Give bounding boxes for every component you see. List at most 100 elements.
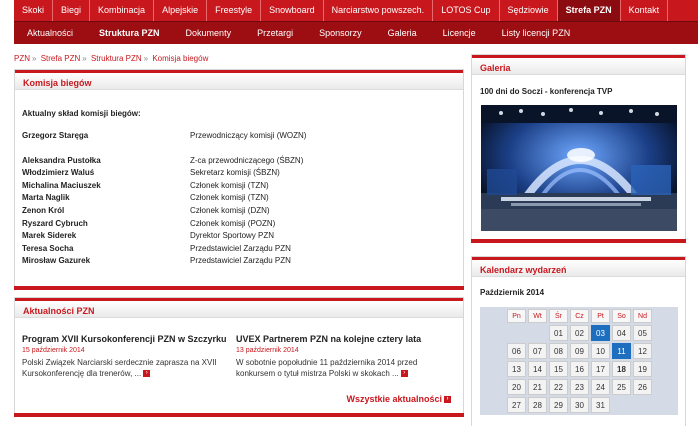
- member-name: Grzegorz Staręga: [22, 131, 89, 140]
- news-item-title[interactable]: Program XVII Kursokonferencji PZN w Szcz…: [22, 334, 232, 344]
- nav-skoki[interactable]: Skoki: [14, 0, 54, 21]
- calendar-day[interactable]: 17: [591, 361, 610, 377]
- subnav-listy-licencji[interactable]: Listy licencji PZN: [489, 22, 584, 44]
- calendar-day[interactable]: 04: [612, 325, 631, 341]
- weekday-header: Cz: [570, 309, 589, 323]
- calendar-empty-cell: [528, 325, 547, 341]
- subnav-aktualnosci[interactable]: Aktualności: [14, 22, 86, 44]
- divider: [471, 239, 686, 243]
- nav-sedziowie[interactable]: Sędziowie: [500, 0, 558, 21]
- news-item: Program XVII Kursokonferencji PZN w Szcz…: [22, 334, 232, 379]
- nav-kombinacja[interactable]: Kombinacja: [90, 0, 155, 21]
- calendar-title: Kalendarz wydarzeń: [472, 257, 685, 277]
- calendar-day[interactable]: 24: [591, 379, 610, 395]
- breadcrumb-pzn[interactable]: PZN: [14, 54, 30, 63]
- nav-alpejskie[interactable]: Alpejskie: [154, 0, 208, 21]
- nav-kontakt[interactable]: Kontakt: [621, 0, 669, 21]
- subnav-struktura-pzn[interactable]: Struktura PZN: [86, 22, 173, 44]
- calendar-day[interactable]: 15: [549, 361, 568, 377]
- nav-snowboard[interactable]: Snowboard: [261, 0, 324, 21]
- breadcrumb-struktura-pzn[interactable]: Struktura PZN: [91, 54, 142, 63]
- nav-narciarstwo-powszechne[interactable]: Narciarstwo powszech.: [324, 0, 434, 21]
- news-item: UVEX Partnerem PZN na kolejne cztery lat…: [236, 334, 446, 379]
- calendar-day[interactable]: 05: [633, 325, 652, 341]
- member-role: Członek komisji (DZN): [190, 206, 270, 215]
- news-panel: Aktualności PZN Program XVII Kursokonfer…: [14, 297, 464, 417]
- calendar-day[interactable]: 06: [507, 343, 526, 359]
- calendar-day[interactable]: 22: [549, 379, 568, 395]
- calendar-day[interactable]: 23: [570, 379, 589, 395]
- calendar-day[interactable]: 27: [507, 397, 526, 413]
- member-name: Ryszard Cybruch: [22, 219, 88, 228]
- nav-biegi[interactable]: Biegi: [53, 0, 91, 21]
- member-role: Dyrektor Sportowy PZN: [190, 231, 275, 240]
- subnav-przetargi[interactable]: Przetargi: [244, 22, 306, 44]
- calendar-day[interactable]: 10: [591, 343, 610, 359]
- calendar-day[interactable]: 02: [570, 325, 589, 341]
- calendar-day[interactable]: 13: [507, 361, 526, 377]
- calendar-day[interactable]: 31: [591, 397, 610, 413]
- news-item-title[interactable]: UVEX Partnerem PZN na kolejne cztery lat…: [236, 334, 446, 344]
- member-name: Mirosław Gazurek: [22, 256, 91, 265]
- calendar-day[interactable]: 30: [570, 397, 589, 413]
- committee-panel: Komisja biegów Aktualny skład komisji bi…: [14, 69, 464, 290]
- calendar-day[interactable]: 20: [507, 379, 526, 395]
- calendar-day[interactable]: 07: [528, 343, 547, 359]
- member-role: Przedstawiciel Zarządu PZN: [190, 256, 291, 265]
- nav-lotos-cup[interactable]: LOTOS Cup: [433, 0, 500, 21]
- sub-navigation: Aktualności Struktura PZN Dokumenty Prze…: [14, 21, 698, 44]
- calendar-day[interactable]: 11: [612, 343, 631, 359]
- nav-freestyle[interactable]: Freestyle: [207, 0, 262, 21]
- calendar-grid: Pn Wt Śr Cz Pt So Nd 01 02 03 04 05 06 07 08 09 10 11 12 13…: [480, 307, 678, 415]
- calendar-empty-cell: [612, 397, 631, 413]
- calendar-day[interactable]: 14: [528, 361, 547, 377]
- member-name: Aleksandra Pustołka: [22, 156, 101, 165]
- calendar-day[interactable]: 26: [633, 379, 652, 395]
- subnav-galeria[interactable]: Galeria: [375, 22, 430, 44]
- breadcrumb-strefa-pzn[interactable]: Strefa PZN: [41, 54, 81, 63]
- calendar-day[interactable]: 01: [549, 325, 568, 341]
- weekday-header: So: [612, 309, 631, 323]
- all-news-link[interactable]: Wszystkie aktualności ›: [346, 394, 451, 404]
- gallery-panel: Galeria 100 dni do Soczi - konferencja T…: [471, 54, 686, 243]
- calendar-empty-cell: [507, 325, 526, 341]
- subnav-sponsorzy[interactable]: Sponsorzy: [306, 22, 375, 44]
- subnav-dokumenty[interactable]: Dokumenty: [173, 22, 245, 44]
- calendar-day[interactable]: 19: [633, 361, 652, 377]
- calendar-day[interactable]: 28: [528, 397, 547, 413]
- calendar-day[interactable]: 09: [570, 343, 589, 359]
- member-role: Członek komisji (TZN): [190, 193, 269, 202]
- calendar-day[interactable]: 08: [549, 343, 568, 359]
- member-name: Michalina Maciuszek: [22, 181, 101, 190]
- gallery-title: Galeria: [472, 55, 685, 75]
- read-more-icon: ›: [444, 396, 451, 404]
- calendar-day[interactable]: 29: [549, 397, 568, 413]
- member-role: Przedstawiciel Zarządu PZN: [190, 244, 291, 253]
- calendar-empty-cell: [633, 397, 652, 413]
- member-role: Z-ca przewodniczącego (ŚBZN): [190, 156, 304, 165]
- member-name: Marta Naglik: [22, 193, 70, 202]
- calendar-day[interactable]: 18: [612, 361, 631, 377]
- calendar-day[interactable]: 12: [633, 343, 652, 359]
- member-name: Marek Siderek: [22, 231, 77, 240]
- member-role: Członek komisji (POZN): [190, 219, 276, 228]
- member-name: Włodzimierz Waluś: [22, 168, 95, 177]
- calendar-day[interactable]: 16: [570, 361, 589, 377]
- read-more-icon[interactable]: ›: [400, 370, 408, 378]
- calendar-day[interactable]: 03: [591, 325, 610, 341]
- top-navigation: Skoki Biegi Kombinacja Alpejskie Freesty…: [14, 0, 698, 21]
- weekday-header: Pt: [591, 309, 610, 323]
- gallery-photo[interactable]: [481, 105, 677, 231]
- news-item-text: Polski Związek Narciarski serdecznie zap…: [22, 358, 217, 378]
- news-item-date: 13 październik 2014: [236, 347, 299, 354]
- all-news-label: Wszystkie aktualności: [346, 394, 442, 404]
- breadcrumb: PZN» Strefa PZN» Struktura PZN» Komisja …: [14, 54, 209, 63]
- subnav-licencje[interactable]: Licencje: [430, 22, 489, 44]
- committee-title: Komisja biegów: [15, 70, 463, 90]
- nav-strefa-pzn[interactable]: Strefa PZN: [557, 0, 621, 21]
- calendar-day[interactable]: 21: [528, 379, 547, 395]
- calendar-day[interactable]: 25: [612, 379, 631, 395]
- read-more-icon[interactable]: ›: [143, 370, 151, 378]
- divider: [14, 286, 464, 290]
- gallery-caption[interactable]: 100 dni do Soczi - konferencja TVP: [480, 87, 612, 96]
